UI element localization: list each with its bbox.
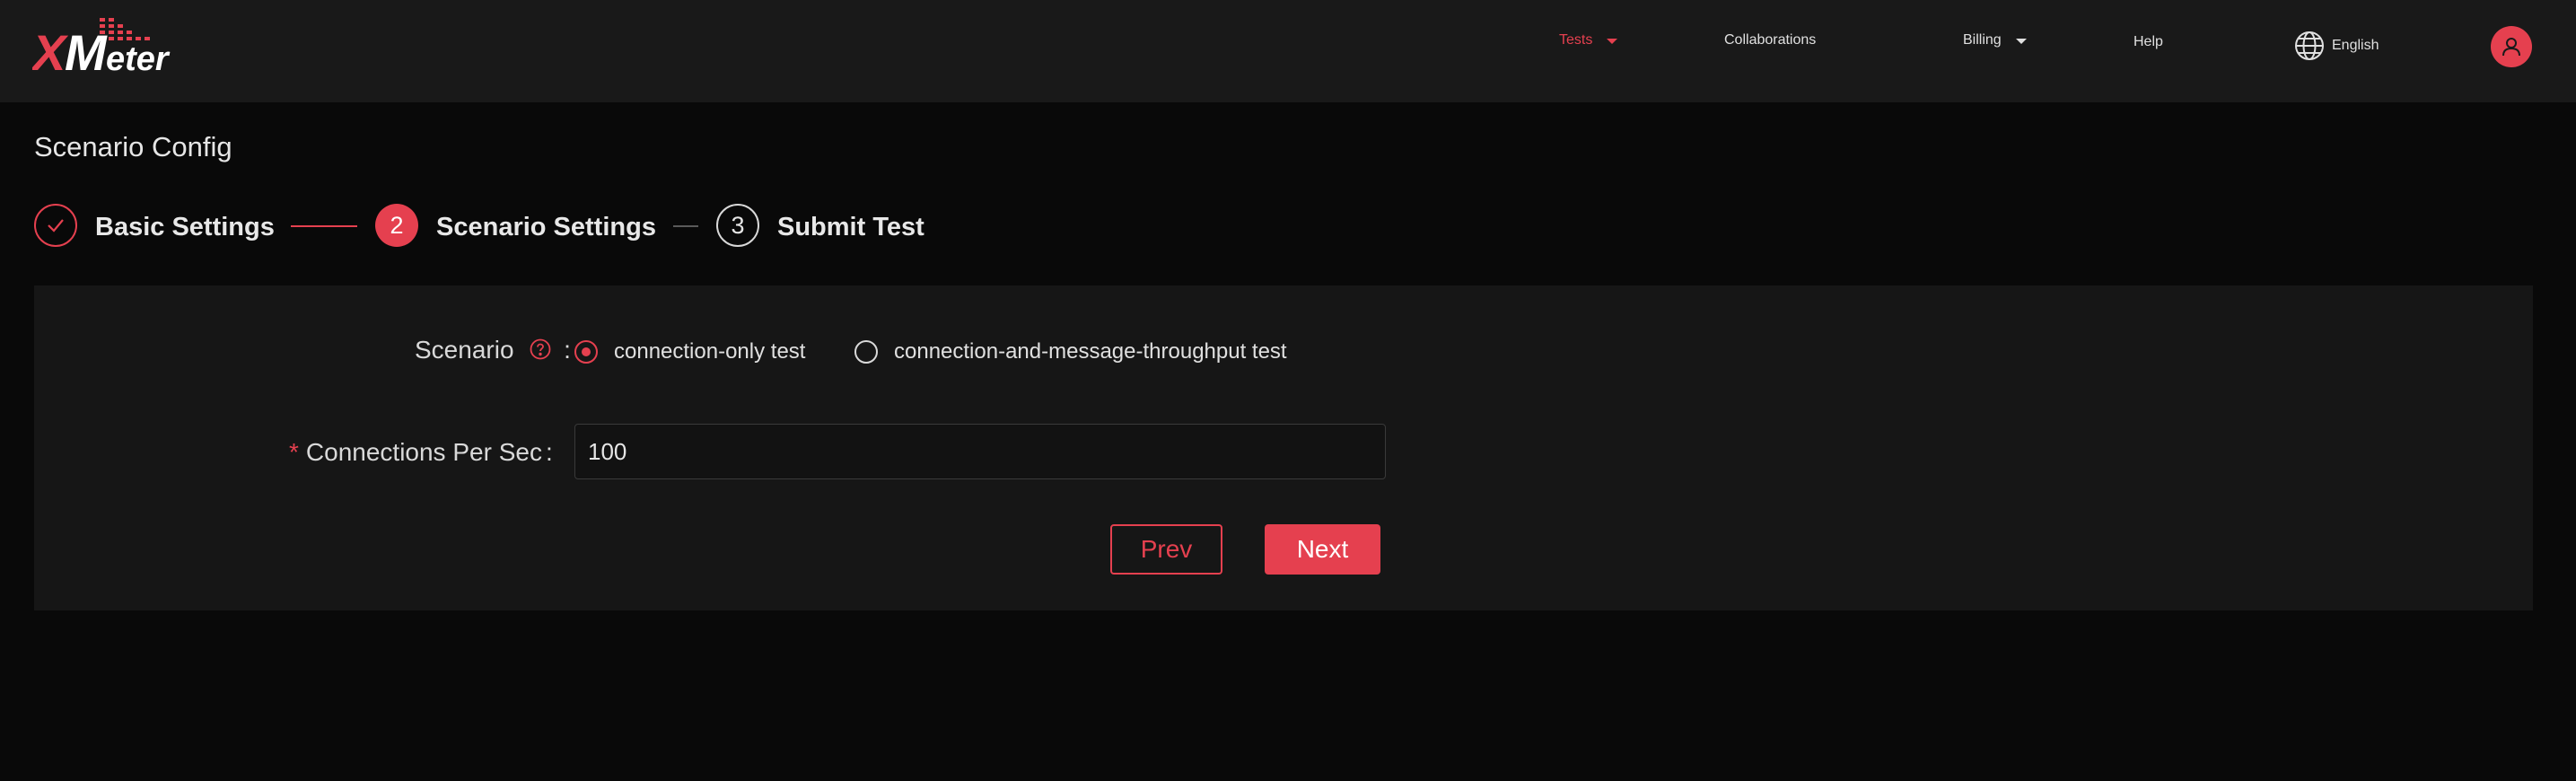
- scenario-colon: :: [564, 336, 571, 364]
- svg-text:M: M: [65, 24, 108, 79]
- language-label: English: [2332, 38, 2379, 53]
- radio-connection-and-message-throughput-label: connection-and-message-throughput test: [894, 339, 1287, 364]
- step-2-number: 2: [390, 211, 404, 239]
- radio-connection-only-label: connection-only test: [614, 339, 806, 364]
- xmeter-logo[interactable]: X M eter: [30, 16, 203, 81]
- nav-tests-label: Tests: [1559, 32, 1593, 48]
- nav-billing-label: Billing: [1963, 32, 2002, 48]
- globe-icon: [2294, 31, 2325, 61]
- step-2-circle: 2: [375, 204, 418, 247]
- step-connector: [673, 225, 698, 227]
- chevron-down-icon: [1607, 39, 1618, 44]
- step-1-label: Basic Settings: [95, 213, 275, 241]
- page-title: Scenario Config: [34, 131, 232, 162]
- user-icon: [2502, 37, 2521, 57]
- connections-per-sec-input[interactable]: [574, 424, 1386, 479]
- connections-per-sec-label-text: Connections Per Sec: [305, 438, 542, 466]
- step-2-label: Scenario Settings: [436, 213, 656, 241]
- step-1-circle: [34, 204, 77, 247]
- connections-colon: :: [545, 438, 553, 466]
- svg-text:X: X: [32, 24, 69, 79]
- next-button[interactable]: Next: [1265, 524, 1380, 575]
- scenario-label: Scenario :: [415, 336, 571, 366]
- step-3-circle: 3: [716, 204, 759, 247]
- question-circle-icon[interactable]: [530, 338, 551, 366]
- nav-tests[interactable]: Tests: [1559, 32, 1618, 48]
- nav-help-label: Help: [2134, 34, 2163, 49]
- required-mark: *: [289, 438, 299, 466]
- nav-help[interactable]: Help: [2134, 34, 2163, 50]
- check-icon: [46, 215, 66, 235]
- radio-connection-and-message-throughput[interactable]: connection-and-message-throughput test: [854, 339, 1287, 364]
- step-3-number: 3: [731, 211, 745, 239]
- nav-collaborations[interactable]: Collaborations: [1724, 32, 1816, 48]
- prev-button[interactable]: Prev: [1110, 524, 1222, 575]
- radio-connection-only[interactable]: connection-only test: [574, 339, 805, 364]
- language-selector[interactable]: English: [2294, 31, 2379, 61]
- user-avatar[interactable]: [2491, 26, 2532, 67]
- scenario-label-text: Scenario: [415, 336, 514, 364]
- radio-checked-icon: [574, 340, 598, 364]
- nav-billing[interactable]: Billing: [1963, 32, 2027, 48]
- svg-text:eter: eter: [106, 40, 171, 78]
- nav-collaborations-label: Collaborations: [1724, 32, 1817, 48]
- top-navbar: X M eter Tests Collaborations Billing He…: [0, 0, 2576, 102]
- radio-unchecked-icon: [854, 340, 878, 364]
- step-3-label: Submit Test: [777, 213, 924, 241]
- chevron-down-icon: [2015, 39, 2027, 44]
- connections-per-sec-label: * Connections Per Sec:: [289, 438, 553, 467]
- step-connector: [291, 225, 357, 227]
